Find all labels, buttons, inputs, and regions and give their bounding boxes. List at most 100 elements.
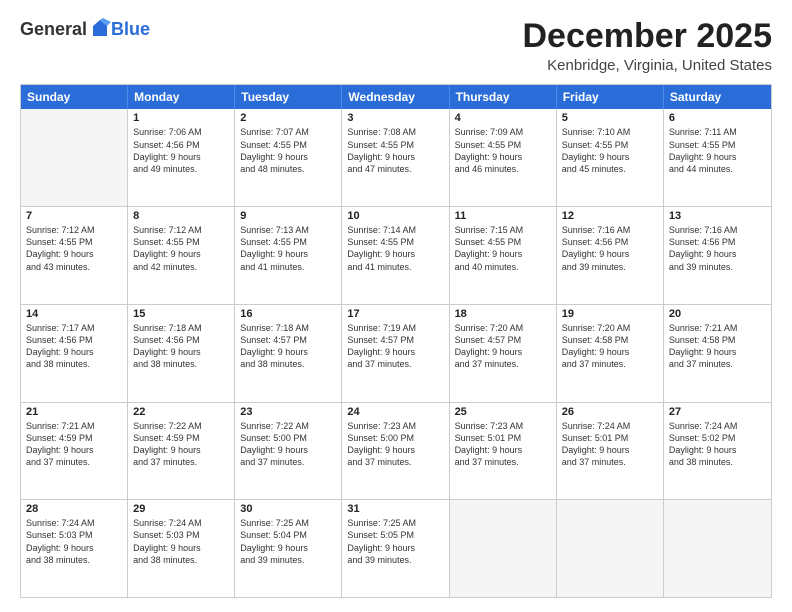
day-number: 5: [562, 112, 658, 124]
cell-line: Sunrise: 7:14 AM: [347, 224, 443, 236]
day-number: 12: [562, 210, 658, 222]
cell-line: Sunset: 4:55 PM: [562, 139, 658, 151]
day-number: 25: [455, 406, 551, 418]
calendar-cell: 20Sunrise: 7:21 AMSunset: 4:58 PMDayligh…: [664, 305, 771, 402]
cell-line: Sunrise: 7:10 AM: [562, 126, 658, 138]
calendar: SundayMondayTuesdayWednesdayThursdayFrid…: [20, 84, 772, 598]
day-number: 1: [133, 112, 229, 124]
cell-line: Daylight: 9 hours: [562, 151, 658, 163]
cell-line: and 49 minutes.: [133, 163, 229, 175]
day-number: 11: [455, 210, 551, 222]
day-number: 10: [347, 210, 443, 222]
calendar-cell: 3Sunrise: 7:08 AMSunset: 4:55 PMDaylight…: [342, 109, 449, 206]
calendar-cell: 13Sunrise: 7:16 AMSunset: 4:56 PMDayligh…: [664, 207, 771, 304]
calendar-cell: 22Sunrise: 7:22 AMSunset: 4:59 PMDayligh…: [128, 403, 235, 500]
cell-line: Daylight: 9 hours: [240, 542, 336, 554]
cell-line: Sunset: 4:56 PM: [669, 236, 766, 248]
cell-line: Sunset: 4:55 PM: [347, 236, 443, 248]
cell-line: Sunset: 4:56 PM: [133, 139, 229, 151]
cell-line: Daylight: 9 hours: [562, 444, 658, 456]
cell-line: and 37 minutes.: [455, 456, 551, 468]
cell-line: Daylight: 9 hours: [133, 248, 229, 260]
cell-line: and 37 minutes.: [26, 456, 122, 468]
cell-line: Daylight: 9 hours: [347, 542, 443, 554]
cell-line: and 37 minutes.: [347, 358, 443, 370]
cell-line: Sunrise: 7:24 AM: [562, 420, 658, 432]
subtitle: Kenbridge, Virginia, United States: [522, 57, 772, 74]
day-number: 16: [240, 308, 336, 320]
cell-line: and 39 minutes.: [562, 261, 658, 273]
calendar-cell: [21, 109, 128, 206]
cell-line: Sunrise: 7:24 AM: [669, 420, 766, 432]
cell-line: Sunset: 4:57 PM: [347, 334, 443, 346]
calendar-cell: [664, 500, 771, 597]
calendar-header-cell: Wednesday: [342, 85, 449, 109]
cell-line: Sunset: 4:55 PM: [455, 236, 551, 248]
logo-blue-text: Blue: [111, 19, 150, 40]
calendar-cell: 8Sunrise: 7:12 AMSunset: 4:55 PMDaylight…: [128, 207, 235, 304]
calendar-cell: 31Sunrise: 7:25 AMSunset: 5:05 PMDayligh…: [342, 500, 449, 597]
day-number: 2: [240, 112, 336, 124]
calendar-row: 7Sunrise: 7:12 AMSunset: 4:55 PMDaylight…: [21, 207, 771, 305]
cell-line: and 38 minutes.: [240, 358, 336, 370]
cell-line: Sunrise: 7:07 AM: [240, 126, 336, 138]
day-number: 3: [347, 112, 443, 124]
calendar-row: 14Sunrise: 7:17 AMSunset: 4:56 PMDayligh…: [21, 305, 771, 403]
cell-line: Sunrise: 7:25 AM: [240, 517, 336, 529]
logo: General Blue: [20, 18, 150, 40]
calendar-cell: 9Sunrise: 7:13 AMSunset: 4:55 PMDaylight…: [235, 207, 342, 304]
cell-line: Daylight: 9 hours: [669, 151, 766, 163]
day-number: 23: [240, 406, 336, 418]
cell-line: Daylight: 9 hours: [347, 444, 443, 456]
cell-line: Daylight: 9 hours: [347, 248, 443, 260]
day-number: 19: [562, 308, 658, 320]
calendar-cell: 1Sunrise: 7:06 AMSunset: 4:56 PMDaylight…: [128, 109, 235, 206]
calendar-header-cell: Monday: [128, 85, 235, 109]
page: General Blue December 2025 Kenbridge, Vi…: [0, 0, 792, 612]
cell-line: Daylight: 9 hours: [455, 248, 551, 260]
cell-line: Daylight: 9 hours: [26, 346, 122, 358]
calendar-cell: 29Sunrise: 7:24 AMSunset: 5:03 PMDayligh…: [128, 500, 235, 597]
cell-line: Daylight: 9 hours: [562, 248, 658, 260]
day-number: 30: [240, 503, 336, 515]
calendar-header-cell: Friday: [557, 85, 664, 109]
cell-line: Sunrise: 7:12 AM: [26, 224, 122, 236]
cell-line: Sunset: 5:00 PM: [240, 432, 336, 444]
cell-line: and 37 minutes.: [133, 456, 229, 468]
day-number: 9: [240, 210, 336, 222]
cell-line: and 38 minutes.: [133, 554, 229, 566]
calendar-cell: 23Sunrise: 7:22 AMSunset: 5:00 PMDayligh…: [235, 403, 342, 500]
cell-line: Sunset: 4:55 PM: [26, 236, 122, 248]
cell-line: Daylight: 9 hours: [562, 346, 658, 358]
cell-line: Sunrise: 7:21 AM: [669, 322, 766, 334]
calendar-cell: 18Sunrise: 7:20 AMSunset: 4:57 PMDayligh…: [450, 305, 557, 402]
day-number: 15: [133, 308, 229, 320]
calendar-cell: 7Sunrise: 7:12 AMSunset: 4:55 PMDaylight…: [21, 207, 128, 304]
cell-line: Sunset: 5:04 PM: [240, 529, 336, 541]
cell-line: and 37 minutes.: [455, 358, 551, 370]
cell-line: Daylight: 9 hours: [455, 346, 551, 358]
cell-line: Sunrise: 7:24 AM: [133, 517, 229, 529]
cell-line: Sunset: 4:56 PM: [133, 334, 229, 346]
calendar-row: 28Sunrise: 7:24 AMSunset: 5:03 PMDayligh…: [21, 500, 771, 597]
cell-line: Daylight: 9 hours: [347, 151, 443, 163]
day-number: 18: [455, 308, 551, 320]
cell-line: Sunrise: 7:20 AM: [562, 322, 658, 334]
cell-line: and 47 minutes.: [347, 163, 443, 175]
calendar-cell: 28Sunrise: 7:24 AMSunset: 5:03 PMDayligh…: [21, 500, 128, 597]
cell-line: Daylight: 9 hours: [669, 346, 766, 358]
cell-line: Sunset: 4:56 PM: [562, 236, 658, 248]
cell-line: Daylight: 9 hours: [455, 151, 551, 163]
cell-line: Sunset: 5:03 PM: [133, 529, 229, 541]
cell-line: Sunset: 4:55 PM: [133, 236, 229, 248]
calendar-header-cell: Sunday: [21, 85, 128, 109]
cell-line: Sunrise: 7:18 AM: [133, 322, 229, 334]
cell-line: Daylight: 9 hours: [455, 444, 551, 456]
cell-line: Daylight: 9 hours: [26, 248, 122, 260]
cell-line: Sunrise: 7:19 AM: [347, 322, 443, 334]
cell-line: Sunset: 4:57 PM: [240, 334, 336, 346]
calendar-cell: 17Sunrise: 7:19 AMSunset: 4:57 PMDayligh…: [342, 305, 449, 402]
calendar-cell: 26Sunrise: 7:24 AMSunset: 5:01 PMDayligh…: [557, 403, 664, 500]
cell-line: Sunset: 4:55 PM: [669, 139, 766, 151]
calendar-cell: 12Sunrise: 7:16 AMSunset: 4:56 PMDayligh…: [557, 207, 664, 304]
